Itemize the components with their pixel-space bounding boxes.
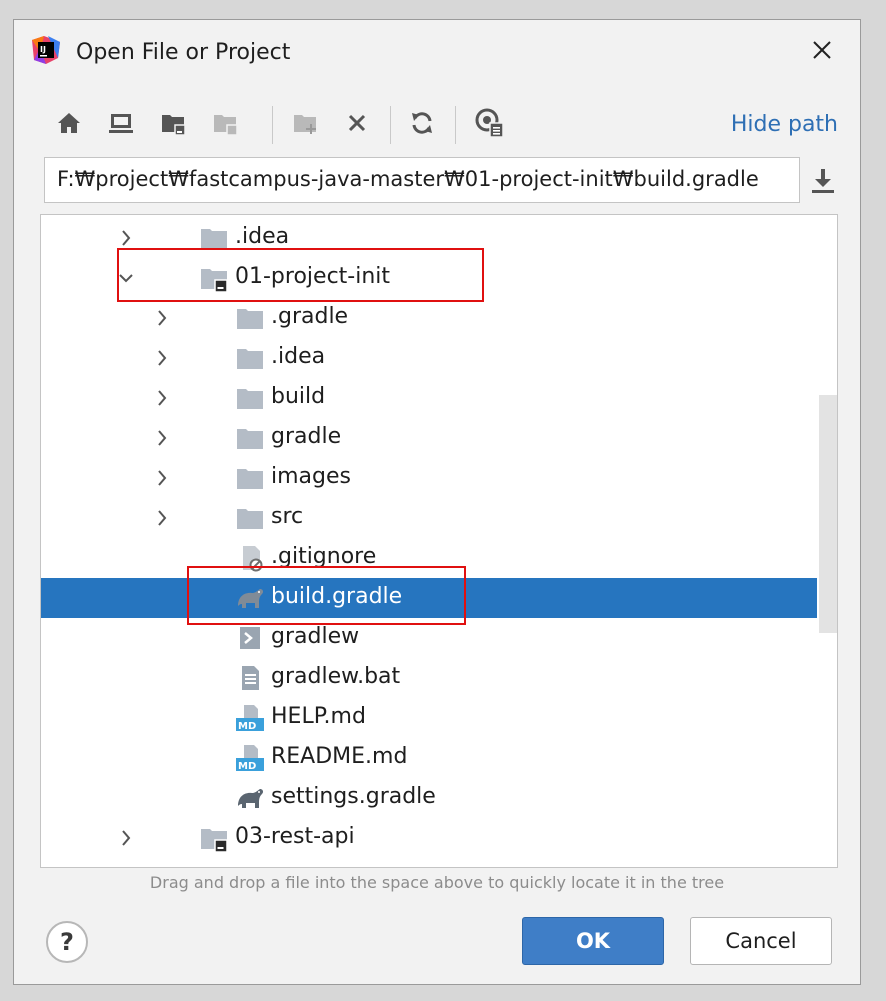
md-icon: MD [236,745,264,772]
new-folder-button[interactable] [288,106,322,140]
home-button[interactable] [52,106,86,140]
title-bar: IJ Open File or Project [14,20,860,86]
home-icon [58,113,80,133]
tree-row[interactable]: gradlew.bat [41,658,817,698]
toolbar-separator [272,106,273,144]
tree-row-label: 03-rest-api [235,824,355,849]
tree-row-label: gradle [271,424,342,449]
chevron-right-icon[interactable] [151,427,173,449]
tree-row[interactable]: .gradle [41,298,817,338]
tree-scrollbar[interactable] [819,395,837,633]
chevron-right-icon[interactable] [151,307,173,329]
module-folder-icon [214,115,238,136]
module-folder-icon [201,829,228,852]
md-icon: MD [236,705,264,732]
refresh-icon [412,112,432,134]
chevron-right-icon[interactable] [115,227,137,249]
tree-row-label: README.md [271,744,408,769]
toolbar-separator [455,106,456,144]
download-icon[interactable] [808,166,838,196]
intellij-logo-icon: IJ [32,36,60,64]
tree-row[interactable]: gradle [41,418,817,458]
module-folder-button[interactable] [208,106,242,140]
ok-button[interactable]: OK [522,917,664,965]
tree-row-label: .idea [235,224,290,249]
folder-icon [237,509,263,529]
close-icon[interactable] [806,34,838,66]
delete-button[interactable] [340,106,374,140]
svg-text:MD: MD [238,761,256,772]
new-folder-icon [294,115,316,134]
chevron-right-icon[interactable] [151,467,173,489]
folder-icon [237,389,263,409]
desktop-button[interactable] [104,106,138,140]
tree-row-label: HELP.md [271,704,366,729]
gradle-icon [238,789,264,808]
tree-row-label: .idea [271,344,326,369]
tree-row[interactable]: MD HELP.md [41,698,817,738]
script-icon [240,627,260,649]
folder-icon [237,349,263,369]
chevron-right-icon[interactable] [151,507,173,529]
show-hidden-icon [475,108,504,138]
tree-row[interactable]: 03-rest-api [41,818,817,858]
tree-row-label: settings.gradle [271,784,436,809]
path-input[interactable]: F:₩project₩fastcampus-java-master₩01-pro… [44,157,800,203]
svg-text:IJ: IJ [40,45,46,54]
svg-text:MD: MD [238,721,256,732]
desktop-icon [109,114,133,133]
show-hidden-button[interactable] [472,106,506,140]
tree-row[interactable]: src [41,498,817,538]
tree-row[interactable]: build [41,378,817,418]
highlight-box-project [117,248,484,302]
toolbar-separator [390,106,391,144]
tree-row-label: gradlew [271,624,360,649]
highlight-box-build-gradle [187,566,466,625]
folder-icon [237,469,263,489]
tree-row[interactable]: images [41,458,817,498]
project-folder-button[interactable] [156,106,190,140]
help-button[interactable]: ? [46,921,88,963]
delete-icon [348,114,366,132]
cancel-button[interactable]: Cancel [690,917,832,965]
dialog-title: Open File or Project [76,40,291,65]
open-file-dialog: IJ Open File or Project Hide path F:₩pro… [13,19,861,985]
chevron-right-icon[interactable] [115,827,137,849]
file-tree[interactable]: .idea 01-project-init .gradle .idea build gra… [40,214,838,868]
tree-row-label: images [271,464,351,489]
chevron-right-icon[interactable] [151,387,173,409]
chevron-right-icon[interactable] [151,347,173,369]
tree-row[interactable]: MD README.md [41,738,817,778]
refresh-button[interactable] [405,106,439,140]
tree-row[interactable]: settings.gradle [41,778,817,818]
tree-row-label: gradlew.bat [271,664,401,689]
tree-row-label: .gradle [271,304,349,329]
tree-row-label: src [271,504,304,529]
drag-drop-hint: Drag and drop a file into the space abov… [149,873,725,892]
text-icon [242,666,259,690]
tree-row[interactable]: .idea [41,338,817,378]
folder-icon [237,429,263,449]
hide-path-link[interactable]: Hide path [731,112,838,137]
folder-icon [237,309,263,329]
tree-row-label: build [271,384,326,409]
project-folder-icon [162,115,186,136]
